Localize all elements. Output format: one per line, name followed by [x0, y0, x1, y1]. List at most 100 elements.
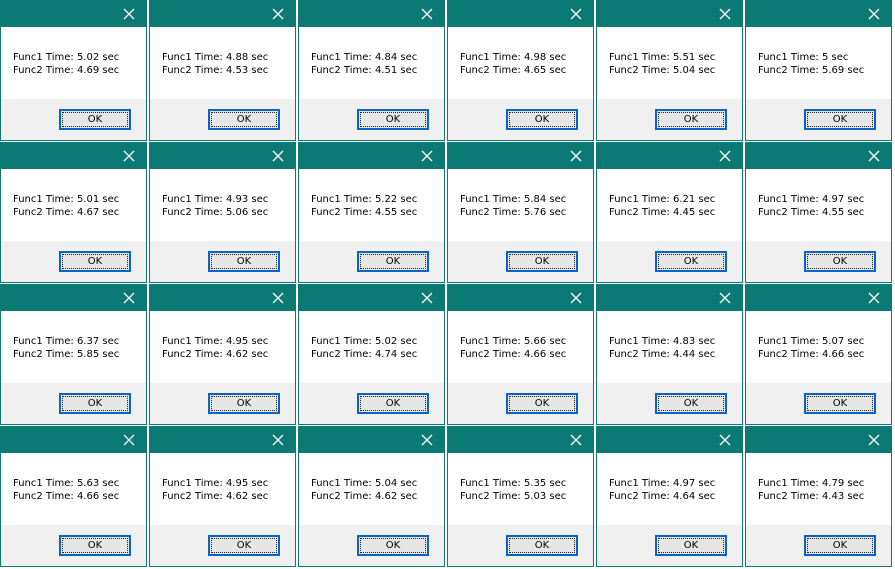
close-button[interactable] — [410, 143, 444, 169]
ok-button[interactable]: OK — [804, 393, 876, 414]
close-button[interactable] — [261, 143, 295, 169]
close-button[interactable] — [857, 427, 891, 453]
close-icon — [123, 150, 135, 162]
func2-time-text: Func2 Time: 5.03 sec — [460, 491, 567, 502]
ok-button[interactable]: OK — [804, 251, 876, 272]
close-button[interactable] — [857, 285, 891, 311]
dialog-titlebar[interactable] — [299, 285, 444, 311]
ok-button[interactable]: OK — [506, 393, 578, 414]
close-button[interactable] — [261, 1, 295, 27]
func2-time-text: Func2 Time: 4.43 sec — [758, 491, 865, 502]
close-button[interactable] — [559, 427, 593, 453]
dialog-titlebar[interactable] — [299, 1, 444, 27]
dialog-titlebar[interactable] — [746, 143, 891, 169]
dialog-titlebar[interactable] — [299, 427, 444, 453]
func1-time-text: Func1 Time: 5.84 sec — [460, 194, 567, 205]
dialog-titlebar[interactable] — [150, 143, 295, 169]
dialog-titlebar[interactable] — [746, 427, 891, 453]
close-button[interactable] — [857, 143, 891, 169]
ok-button[interactable]: OK — [59, 251, 131, 272]
dialog-titlebar[interactable] — [150, 285, 295, 311]
ok-button[interactable]: OK — [59, 393, 131, 414]
func1-time-text: Func1 Time: 6.37 sec — [13, 336, 120, 347]
ok-button[interactable]: OK — [357, 109, 429, 130]
dialog-body: Func1 Time: 4.98 sec Func2 Time: 4.65 sec — [448, 27, 593, 99]
message-dialog: Func1 Time: 4.84 sec Func2 Time: 4.51 sec… — [298, 0, 445, 141]
dialog-titlebar[interactable] — [597, 427, 742, 453]
close-button[interactable] — [708, 143, 742, 169]
dialog-titlebar[interactable] — [299, 143, 444, 169]
dialog-footer: OK — [299, 525, 444, 566]
dialog-titlebar[interactable] — [1, 1, 146, 27]
close-button[interactable] — [112, 143, 146, 169]
close-button[interactable] — [112, 1, 146, 27]
close-icon — [272, 434, 284, 446]
close-button[interactable] — [559, 143, 593, 169]
ok-button[interactable]: OK — [208, 109, 280, 130]
message-dialog: Func1 Time: 5 sec Func2 Time: 5.69 sec OK — [745, 0, 892, 141]
ok-button[interactable]: OK — [357, 535, 429, 556]
ok-button[interactable]: OK — [208, 393, 280, 414]
ok-button[interactable]: OK — [59, 109, 131, 130]
dialog-body: Func1 Time: 5.35 sec Func2 Time: 5.03 sec — [448, 453, 593, 525]
ok-button[interactable]: OK — [506, 251, 578, 272]
func1-time-text: Func1 Time: 4.79 sec — [758, 478, 865, 489]
close-button[interactable] — [112, 427, 146, 453]
close-button[interactable] — [261, 285, 295, 311]
close-button[interactable] — [112, 285, 146, 311]
ok-button[interactable]: OK — [655, 393, 727, 414]
close-icon — [421, 434, 433, 446]
message-dialog: Func1 Time: 4.83 sec Func2 Time: 4.44 sec… — [596, 284, 743, 425]
dialog-titlebar[interactable] — [746, 1, 891, 27]
dialog-titlebar[interactable] — [150, 1, 295, 27]
func2-time-text: Func2 Time: 5.76 sec — [460, 207, 567, 218]
ok-button[interactable]: OK — [655, 109, 727, 130]
ok-button[interactable]: OK — [208, 535, 280, 556]
ok-button[interactable]: OK — [655, 251, 727, 272]
close-button[interactable] — [410, 285, 444, 311]
ok-button[interactable]: OK — [506, 109, 578, 130]
close-button[interactable] — [708, 427, 742, 453]
close-button[interactable] — [857, 1, 891, 27]
ok-button[interactable]: OK — [357, 251, 429, 272]
dialog-titlebar[interactable] — [1, 427, 146, 453]
close-button[interactable] — [410, 1, 444, 27]
dialog-titlebar[interactable] — [150, 427, 295, 453]
ok-button[interactable]: OK — [655, 535, 727, 556]
close-button[interactable] — [410, 427, 444, 453]
func2-time-text: Func2 Time: 4.67 sec — [13, 207, 120, 218]
ok-button[interactable]: OK — [506, 535, 578, 556]
dialog-titlebar[interactable] — [448, 1, 593, 27]
message-dialog: Func1 Time: 5.04 sec Func2 Time: 4.62 sec… — [298, 426, 445, 567]
func2-time-text: Func2 Time: 4.53 sec — [162, 65, 269, 76]
dialog-titlebar[interactable] — [597, 143, 742, 169]
dialog-titlebar[interactable] — [448, 143, 593, 169]
dialog-footer: OK — [150, 241, 295, 282]
message-dialog: Func1 Time: 4.97 sec Func2 Time: 4.55 sec… — [745, 142, 892, 283]
dialog-titlebar[interactable] — [1, 143, 146, 169]
ok-button[interactable]: OK — [804, 109, 876, 130]
func2-time-text: Func2 Time: 4.55 sec — [311, 207, 418, 218]
close-button[interactable] — [708, 285, 742, 311]
func2-time-text: Func2 Time: 5.69 sec — [758, 65, 865, 76]
func1-time-text: Func1 Time: 6.21 sec — [609, 194, 716, 205]
close-button[interactable] — [559, 285, 593, 311]
ok-button[interactable]: OK — [208, 251, 280, 272]
dialog-footer: OK — [597, 99, 742, 140]
dialog-titlebar[interactable] — [746, 285, 891, 311]
dialog-titlebar[interactable] — [448, 285, 593, 311]
func2-time-text: Func2 Time: 5.85 sec — [13, 349, 120, 360]
ok-button[interactable]: OK — [357, 393, 429, 414]
dialog-titlebar[interactable] — [597, 1, 742, 27]
ok-button[interactable]: OK — [804, 535, 876, 556]
dialog-titlebar[interactable] — [597, 285, 742, 311]
close-button[interactable] — [261, 427, 295, 453]
dialog-body: Func1 Time: 5.02 sec Func2 Time: 4.74 sec — [299, 311, 444, 383]
dialog-titlebar[interactable] — [1, 285, 146, 311]
dialog-titlebar[interactable] — [448, 427, 593, 453]
func2-time-text: Func2 Time: 4.44 sec — [609, 349, 716, 360]
dialog-body: Func1 Time: 5.63 sec Func2 Time: 4.66 sec — [1, 453, 146, 525]
close-button[interactable] — [559, 1, 593, 27]
close-button[interactable] — [708, 1, 742, 27]
ok-button[interactable]: OK — [59, 535, 131, 556]
